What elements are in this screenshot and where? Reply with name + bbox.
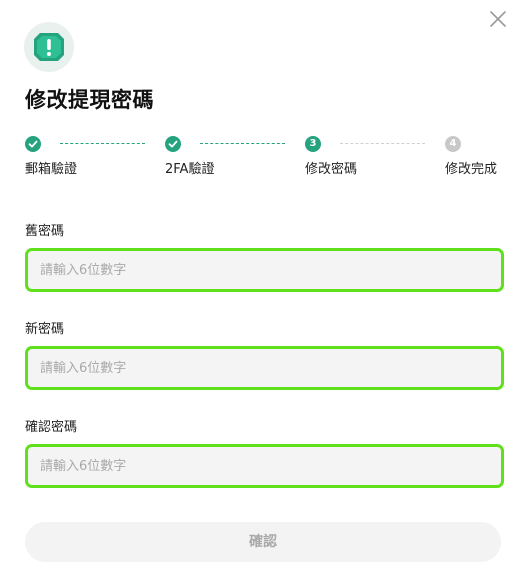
step-4-todo-marker: 4 — [445, 136, 461, 152]
close-button[interactable] — [489, 10, 507, 28]
check-icon — [168, 140, 178, 148]
step-1-done-marker — [25, 136, 41, 152]
old-password-input[interactable] — [28, 251, 501, 289]
page-title: 修改提現密碼 — [25, 88, 154, 112]
step-3-current-marker: 3 — [305, 136, 321, 152]
new-password-label: 新密碼 — [25, 322, 65, 337]
step-connector-1 — [60, 143, 145, 144]
step-3-label: 修改密碼 — [305, 162, 358, 177]
header-icon-badge — [24, 22, 74, 72]
confirm-button[interactable]: 確認 — [25, 522, 501, 562]
close-icon — [490, 11, 506, 27]
shield-alert-icon — [34, 33, 64, 61]
step-connector-2 — [200, 143, 285, 144]
confirm-password-field — [25, 444, 504, 488]
new-password-field — [25, 346, 504, 390]
step-4-label: 修改完成 — [445, 162, 498, 177]
old-password-field — [25, 248, 504, 292]
confirm-password-input[interactable] — [28, 447, 501, 485]
confirm-password-label: 確認密碼 — [25, 420, 78, 435]
check-icon — [28, 140, 38, 148]
progress-stepper: 郵箱驗證 2FA驗證 3 修改密碼 4 修改完成 — [0, 134, 525, 184]
new-password-input[interactable] — [28, 349, 501, 387]
step-2-label: 2FA驗證 — [165, 162, 215, 177]
step-1-label: 郵箱驗證 — [25, 162, 78, 177]
step-connector-3 — [340, 143, 425, 144]
old-password-label: 舊密碼 — [25, 224, 65, 239]
step-2-done-marker — [165, 136, 181, 152]
